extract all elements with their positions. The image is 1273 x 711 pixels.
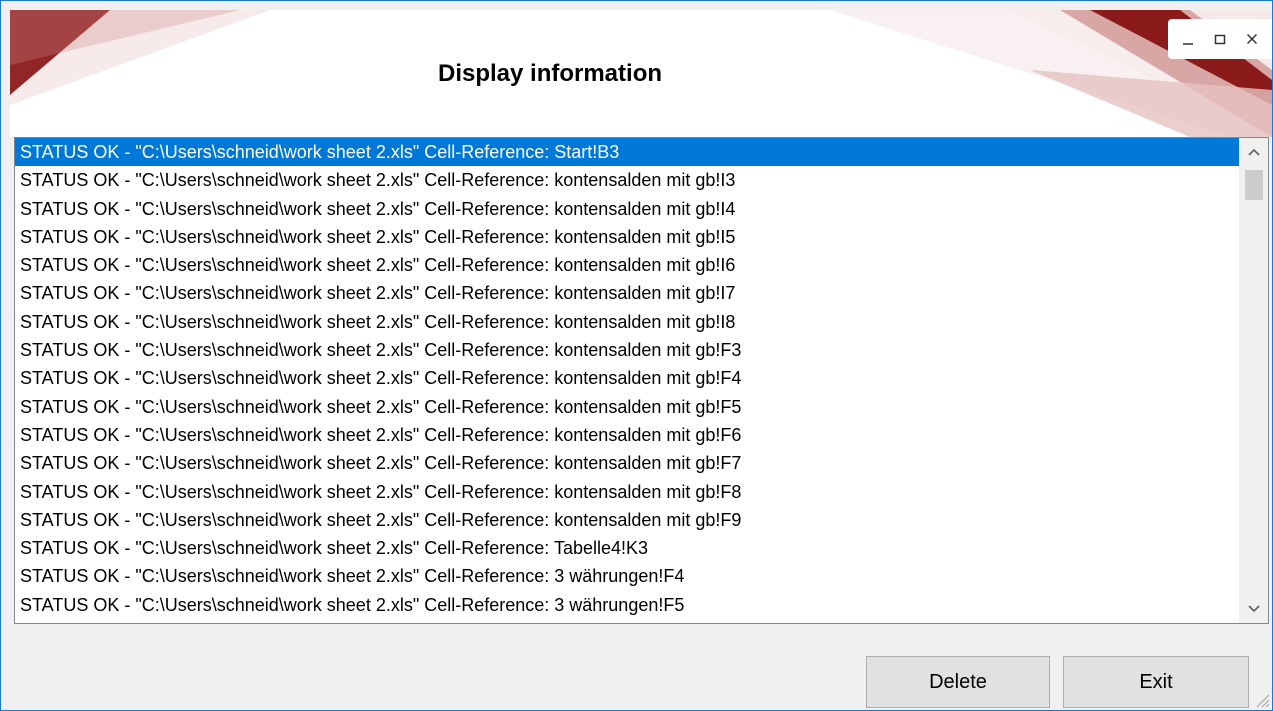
resize-grip-icon[interactable] — [1254, 692, 1270, 708]
window-title: Display information — [437, 60, 663, 87]
window-controls — [1168, 19, 1272, 59]
list-item[interactable]: STATUS OK - "C:\Users\schneid\work sheet… — [15, 279, 1240, 307]
list-item[interactable]: STATUS OK - "C:\Users\schneid\work sheet… — [15, 166, 1240, 194]
list-item[interactable]: STATUS OK - "C:\Users\schneid\work sheet… — [15, 138, 1240, 167]
scroll-down-arrow-icon[interactable] — [1240, 595, 1268, 623]
delete-button[interactable]: Delete — [866, 656, 1050, 708]
vertical-scrollbar[interactable] — [1239, 138, 1268, 623]
status-listbox[interactable]: STATUS OK - "C:\Users\schneid\work sheet… — [14, 137, 1269, 624]
list-item[interactable]: STATUS OK - "C:\Users\schneid\work sheet… — [15, 478, 1240, 506]
list-item[interactable]: STATUS OK - "C:\Users\schneid\work sheet… — [15, 251, 1240, 279]
list-item[interactable]: STATUS OK - "C:\Users\schneid\work sheet… — [15, 591, 1240, 619]
list-item[interactable]: STATUS OK - "C:\Users\schneid\work sheet… — [15, 308, 1240, 336]
exit-button[interactable]: Exit — [1063, 656, 1249, 708]
header-banner: Display information — [10, 10, 1272, 137]
list-item[interactable]: STATUS OK - "C:\Users\schneid\work sheet… — [15, 534, 1240, 562]
list-item[interactable]: STATUS OK - "C:\Users\schneid\work sheet… — [15, 195, 1240, 223]
close-icon[interactable] — [1241, 28, 1263, 50]
minimize-icon[interactable] — [1177, 28, 1199, 50]
scrollbar-thumb[interactable] — [1245, 170, 1263, 200]
list-item[interactable]: STATUS OK - "C:\Users\schneid\work sheet… — [15, 223, 1240, 251]
display-information-window: Display information STATUS OK - "C:\User… — [0, 0, 1273, 711]
maximize-icon[interactable] — [1209, 28, 1231, 50]
list-item[interactable]: STATUS OK - "C:\Users\schneid\work sheet… — [15, 562, 1240, 590]
status-list: STATUS OK - "C:\Users\schneid\work sheet… — [15, 138, 1240, 619]
list-item[interactable]: STATUS OK - "C:\Users\schneid\work sheet… — [15, 336, 1240, 364]
list-item[interactable]: STATUS OK - "C:\Users\schneid\work sheet… — [15, 449, 1240, 477]
list-item[interactable]: STATUS OK - "C:\Users\schneid\work sheet… — [15, 421, 1240, 449]
list-item[interactable]: STATUS OK - "C:\Users\schneid\work sheet… — [15, 393, 1240, 421]
list-item[interactable]: STATUS OK - "C:\Users\schneid\work sheet… — [15, 506, 1240, 534]
list-item[interactable]: STATUS OK - "C:\Users\schneid\work sheet… — [15, 364, 1240, 392]
scroll-up-arrow-icon[interactable] — [1240, 138, 1268, 166]
